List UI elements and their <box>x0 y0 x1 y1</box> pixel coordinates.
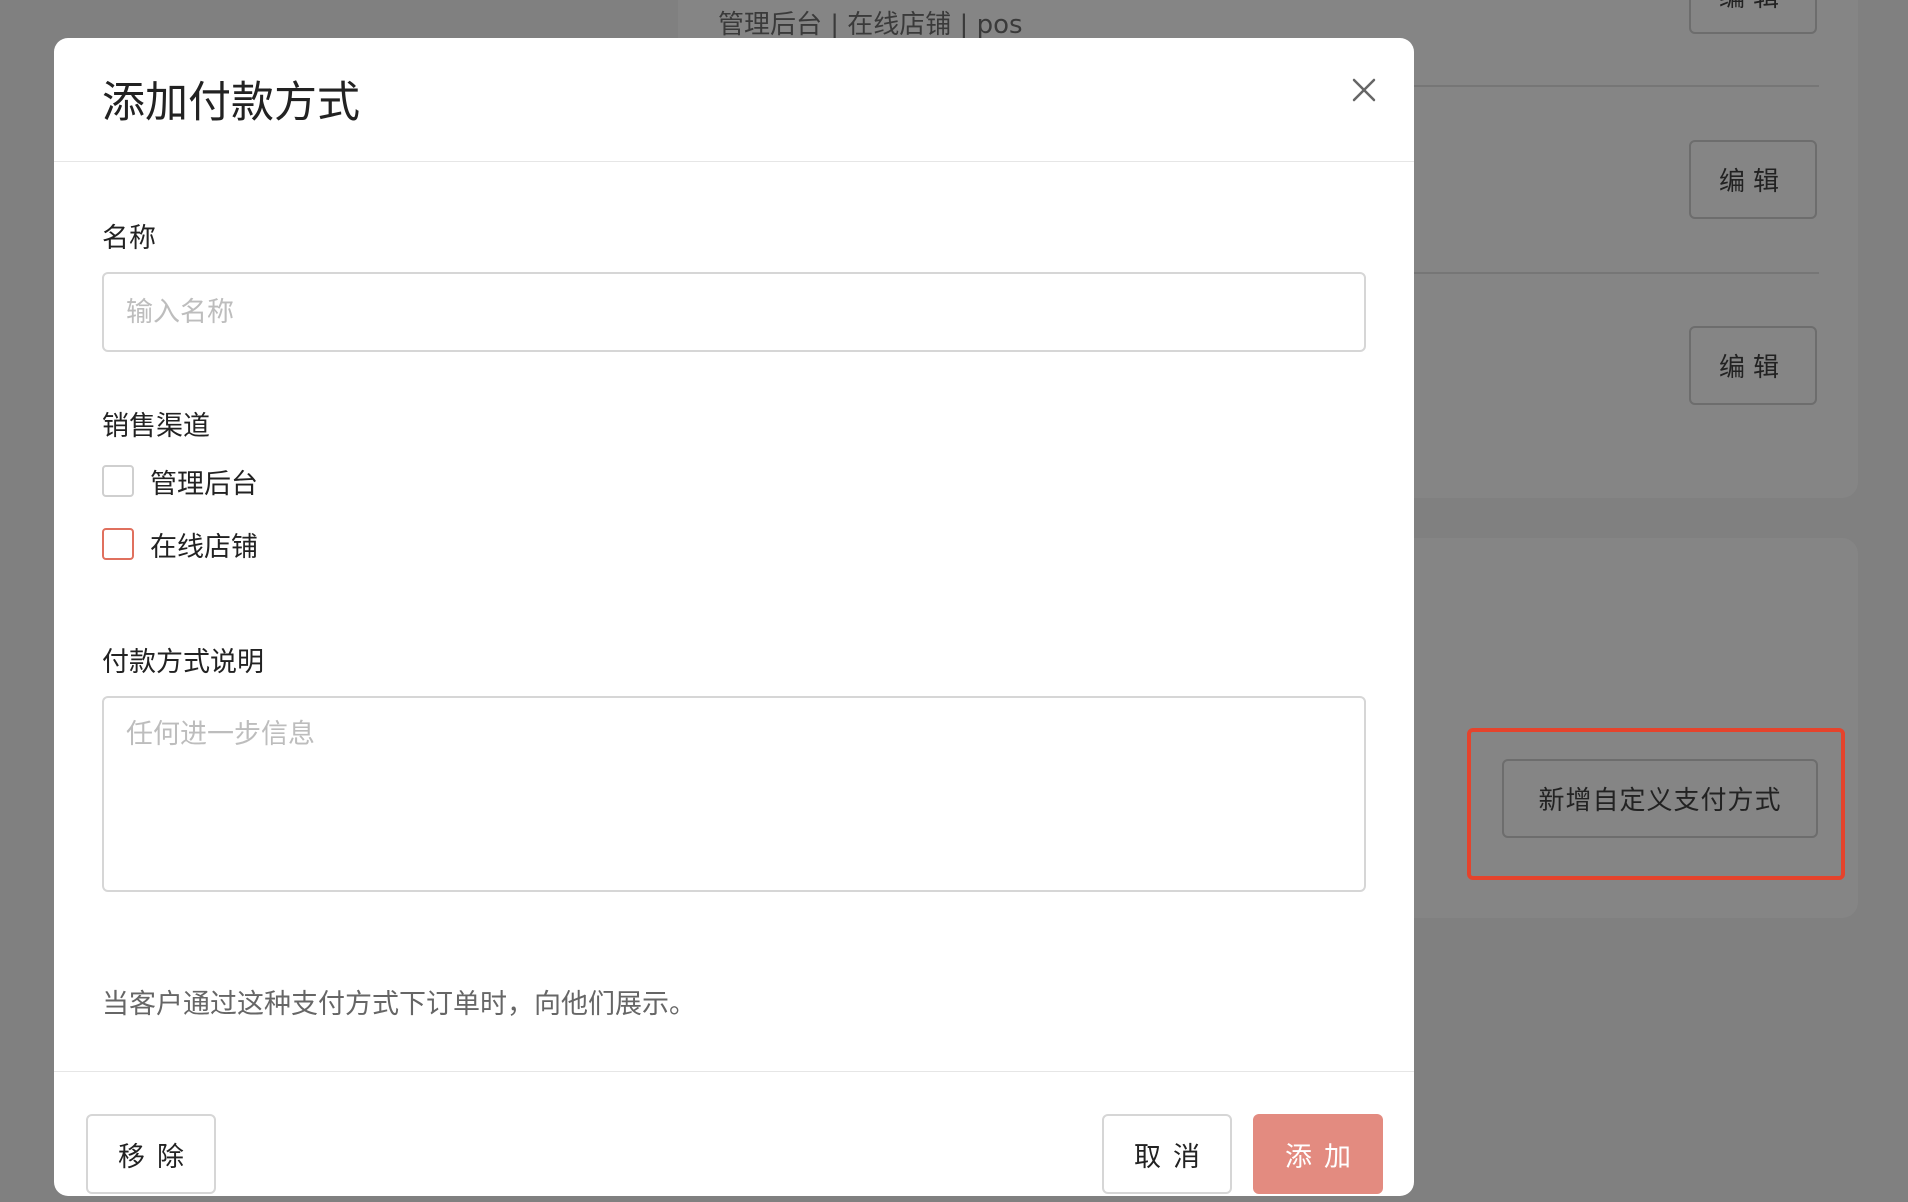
channel-option-online-store[interactable]: 在线店铺 <box>102 527 258 563</box>
row-divider <box>1414 85 1819 87</box>
highlight-annotation <box>1467 728 1845 880</box>
remove-button[interactable]: 移除 <box>86 1114 216 1194</box>
sales-channels-label: 销售渠道 <box>102 411 210 442</box>
add-payment-method-dialog: 添加付款方式 名称 销售渠道 管理后台 在线店铺 付款方式说明 当客户通过这种支… <box>54 38 1414 1196</box>
name-input[interactable] <box>102 272 1366 352</box>
add-button[interactable]: 添加 <box>1253 1114 1383 1194</box>
dialog-title: 添加付款方式 <box>102 78 360 128</box>
dialog-footer: 移除 取消 添加 <box>54 1071 1414 1196</box>
cancel-button[interactable]: 取消 <box>1102 1114 1232 1194</box>
online-store-checkbox[interactable] <box>102 528 134 560</box>
checkbox-label: 在线店铺 <box>150 531 258 563</box>
row-divider <box>1414 272 1819 274</box>
checkbox-label: 管理后台 <box>150 468 258 500</box>
admin-checkbox[interactable] <box>102 465 134 497</box>
close-button[interactable] <box>1344 70 1384 110</box>
description-textarea[interactable] <box>102 696 1366 892</box>
name-label: 名称 <box>102 223 156 254</box>
description-help-text: 当客户通过这种支付方式下订单时，向他们展示。 <box>102 989 696 1020</box>
description-label: 付款方式说明 <box>102 647 264 678</box>
channel-option-admin[interactable]: 管理后台 <box>102 464 258 500</box>
edit-button[interactable]: 编辑 <box>1689 326 1817 405</box>
channel-summary-text: 管理后台 | 在线店铺 | pos <box>718 10 1023 40</box>
edit-button[interactable]: 编辑 <box>1689 0 1817 34</box>
dialog-header: 添加付款方式 <box>54 38 1414 162</box>
edit-button[interactable]: 编辑 <box>1689 140 1817 219</box>
close-icon <box>1352 78 1376 102</box>
